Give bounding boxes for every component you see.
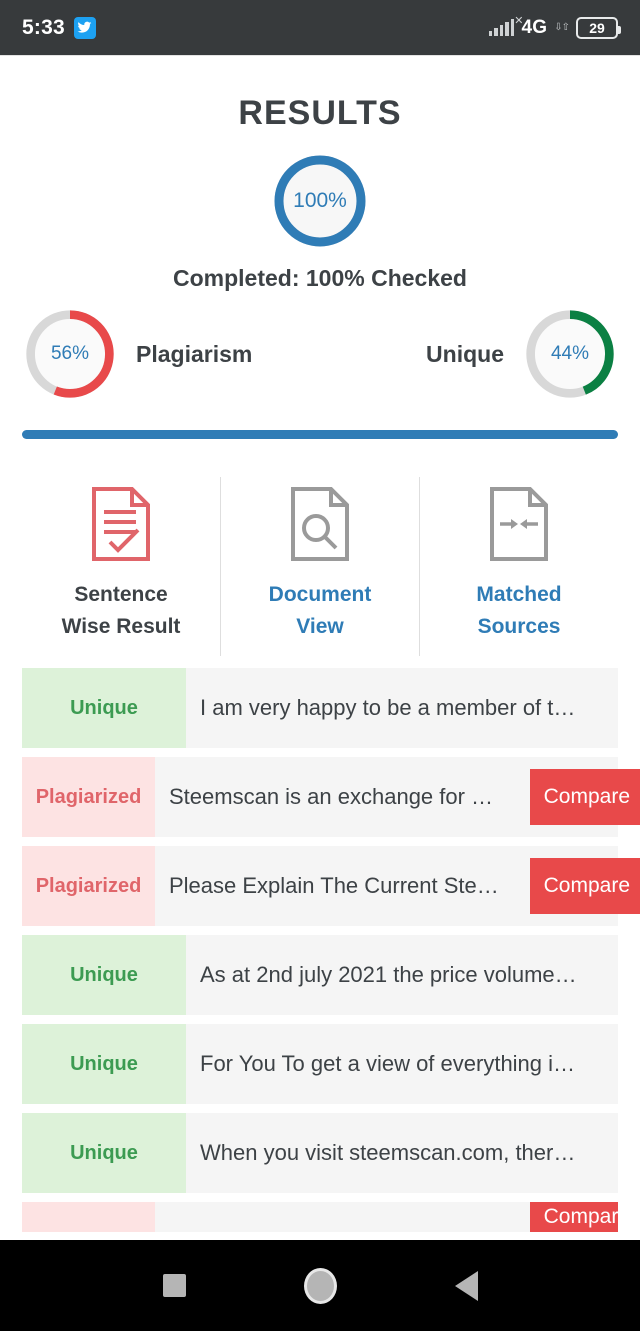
view-tabs: Sentence Wise Result Document View Match…: [0, 477, 640, 656]
result-status-badge: Unique: [22, 1113, 186, 1193]
page-title: RESULTS: [238, 94, 402, 132]
result-status-badge: Unique: [22, 668, 186, 748]
network-type: 4G: [521, 16, 548, 38]
completed-status-text: Completed: 100% Checked: [173, 265, 467, 291]
result-sentence-text: As at 2nd july 2021 the price volume…: [186, 935, 618, 1015]
top-divider: [0, 55, 640, 56]
tab-label-line1: Document: [268, 583, 372, 606]
result-sentence-value: For You To get a view of everything i…: [200, 1051, 576, 1076]
back-triangle-icon[interactable]: [454, 1270, 478, 1301]
unique-label: Unique: [426, 340, 504, 367]
compare-button-label: Compare: [543, 874, 630, 897]
results-screen: RESULTS 100% Completed: 100% Checked 56%…: [0, 55, 640, 1232]
sentence-results-list: Unique I am very happy to be a member of …: [0, 668, 640, 1232]
tab-label-line1: Matched: [476, 583, 562, 606]
tab-label-line1: Sentence: [74, 583, 168, 606]
result-row[interactable]: Unique For You To get a view of everythin…: [22, 1024, 618, 1104]
compare-button[interactable]: Compare: [529, 858, 640, 914]
compare-button[interactable]: Compare: [529, 769, 640, 825]
result-row[interactable]: Plagiarized Steemscan is an exchange for …: [22, 757, 640, 837]
result-row[interactable]: Compare: [22, 1202, 618, 1232]
overall-percent-label: 100%: [293, 189, 347, 212]
result-sentence-value: When you visit steemscan.com, ther…: [200, 1140, 576, 1165]
result-sentence-value: As at 2nd july 2021 the price volume…: [200, 962, 577, 987]
tab-label-line2: View: [296, 614, 344, 638]
tab-matched-sources[interactable]: Matched Sources: [419, 477, 618, 656]
status-bar-right: ✕ 4G ⇩⇧ 29: [488, 16, 621, 39]
result-sentence-text: When you visit steemscan.com, ther…: [186, 1113, 618, 1193]
status-bar: 5:33 ✕ 4G ⇩⇧ 29: [0, 0, 640, 55]
result-sentence-text: I am very happy to be a member of t…: [186, 668, 618, 748]
result-row[interactable]: Unique When you visit steemscan.com, ther…: [22, 1113, 618, 1193]
status-bar-left: 5:33: [22, 16, 96, 40]
tab-matched-sources-label: Matched Sources: [476, 579, 561, 642]
signal-bars-icon: ✕: [488, 16, 523, 36]
plagiarism-percent-label: 56%: [50, 343, 90, 364]
result-status-badge: Plagiarized: [22, 846, 155, 926]
document-arrows-icon: [488, 485, 550, 563]
stat-plagiarism: 56% Plagiarism: [22, 306, 252, 402]
stat-unique: Unique 44%: [426, 306, 618, 402]
home-circle-icon[interactable]: [303, 1267, 337, 1304]
plagiarism-label: Plagiarism: [136, 340, 253, 367]
overall-progress-wrap: 100%: [0, 151, 640, 251]
unique-donut: 44%: [522, 306, 618, 402]
tab-label-line2: Sources: [477, 614, 561, 638]
unique-percent-label: 44%: [550, 343, 590, 364]
document-check-icon: [90, 485, 152, 563]
result-sentence-text: For You To get a view of everything i…: [186, 1024, 618, 1104]
result-status-badge: Unique: [22, 1024, 186, 1104]
status-time: 5:33: [22, 15, 65, 39]
data-transfer-icon: ⇩⇧: [554, 21, 570, 33]
document-search-icon: [289, 485, 351, 563]
tab-document-view-label: Document View: [269, 579, 372, 642]
overall-progress-bar: [22, 430, 618, 439]
tab-document-view[interactable]: Document View: [220, 477, 419, 656]
battery-percent: 29: [589, 19, 605, 36]
recents-square-icon[interactable]: [162, 1274, 186, 1297]
stats-row: 56% Plagiarism Unique 44%: [0, 306, 640, 402]
compare-button-label: Compare: [543, 785, 630, 808]
result-sentence-value: I am very happy to be a member of t…: [200, 695, 576, 720]
compare-button-label: Compare: [543, 1205, 618, 1228]
signal-x-icon: ✕: [514, 15, 524, 27]
result-status-badge: Plagiarized: [22, 757, 155, 837]
result-row[interactable]: Plagiarized Please Explain The Current St…: [22, 846, 640, 926]
compare-button[interactable]: Compare: [529, 1202, 618, 1232]
tab-sentence-wise-result-label: Sentence Wise Result: [62, 579, 181, 642]
twitter-icon: [73, 16, 96, 39]
tab-sentence-wise-result[interactable]: Sentence Wise Result: [22, 477, 220, 656]
battery-icon: 29: [576, 16, 621, 39]
plagiarism-donut: 56%: [22, 306, 118, 402]
overall-progress-donut: 100%: [270, 151, 370, 251]
result-status-badge: Unique: [22, 935, 186, 1015]
tab-label-line2: Wise Result: [61, 614, 181, 638]
android-nav-bar: [0, 1240, 640, 1331]
result-status-badge: [22, 1202, 155, 1232]
result-row[interactable]: Unique As at 2nd july 2021 the price volu…: [22, 935, 618, 1015]
result-row[interactable]: Unique I am very happy to be a member of …: [22, 668, 618, 748]
